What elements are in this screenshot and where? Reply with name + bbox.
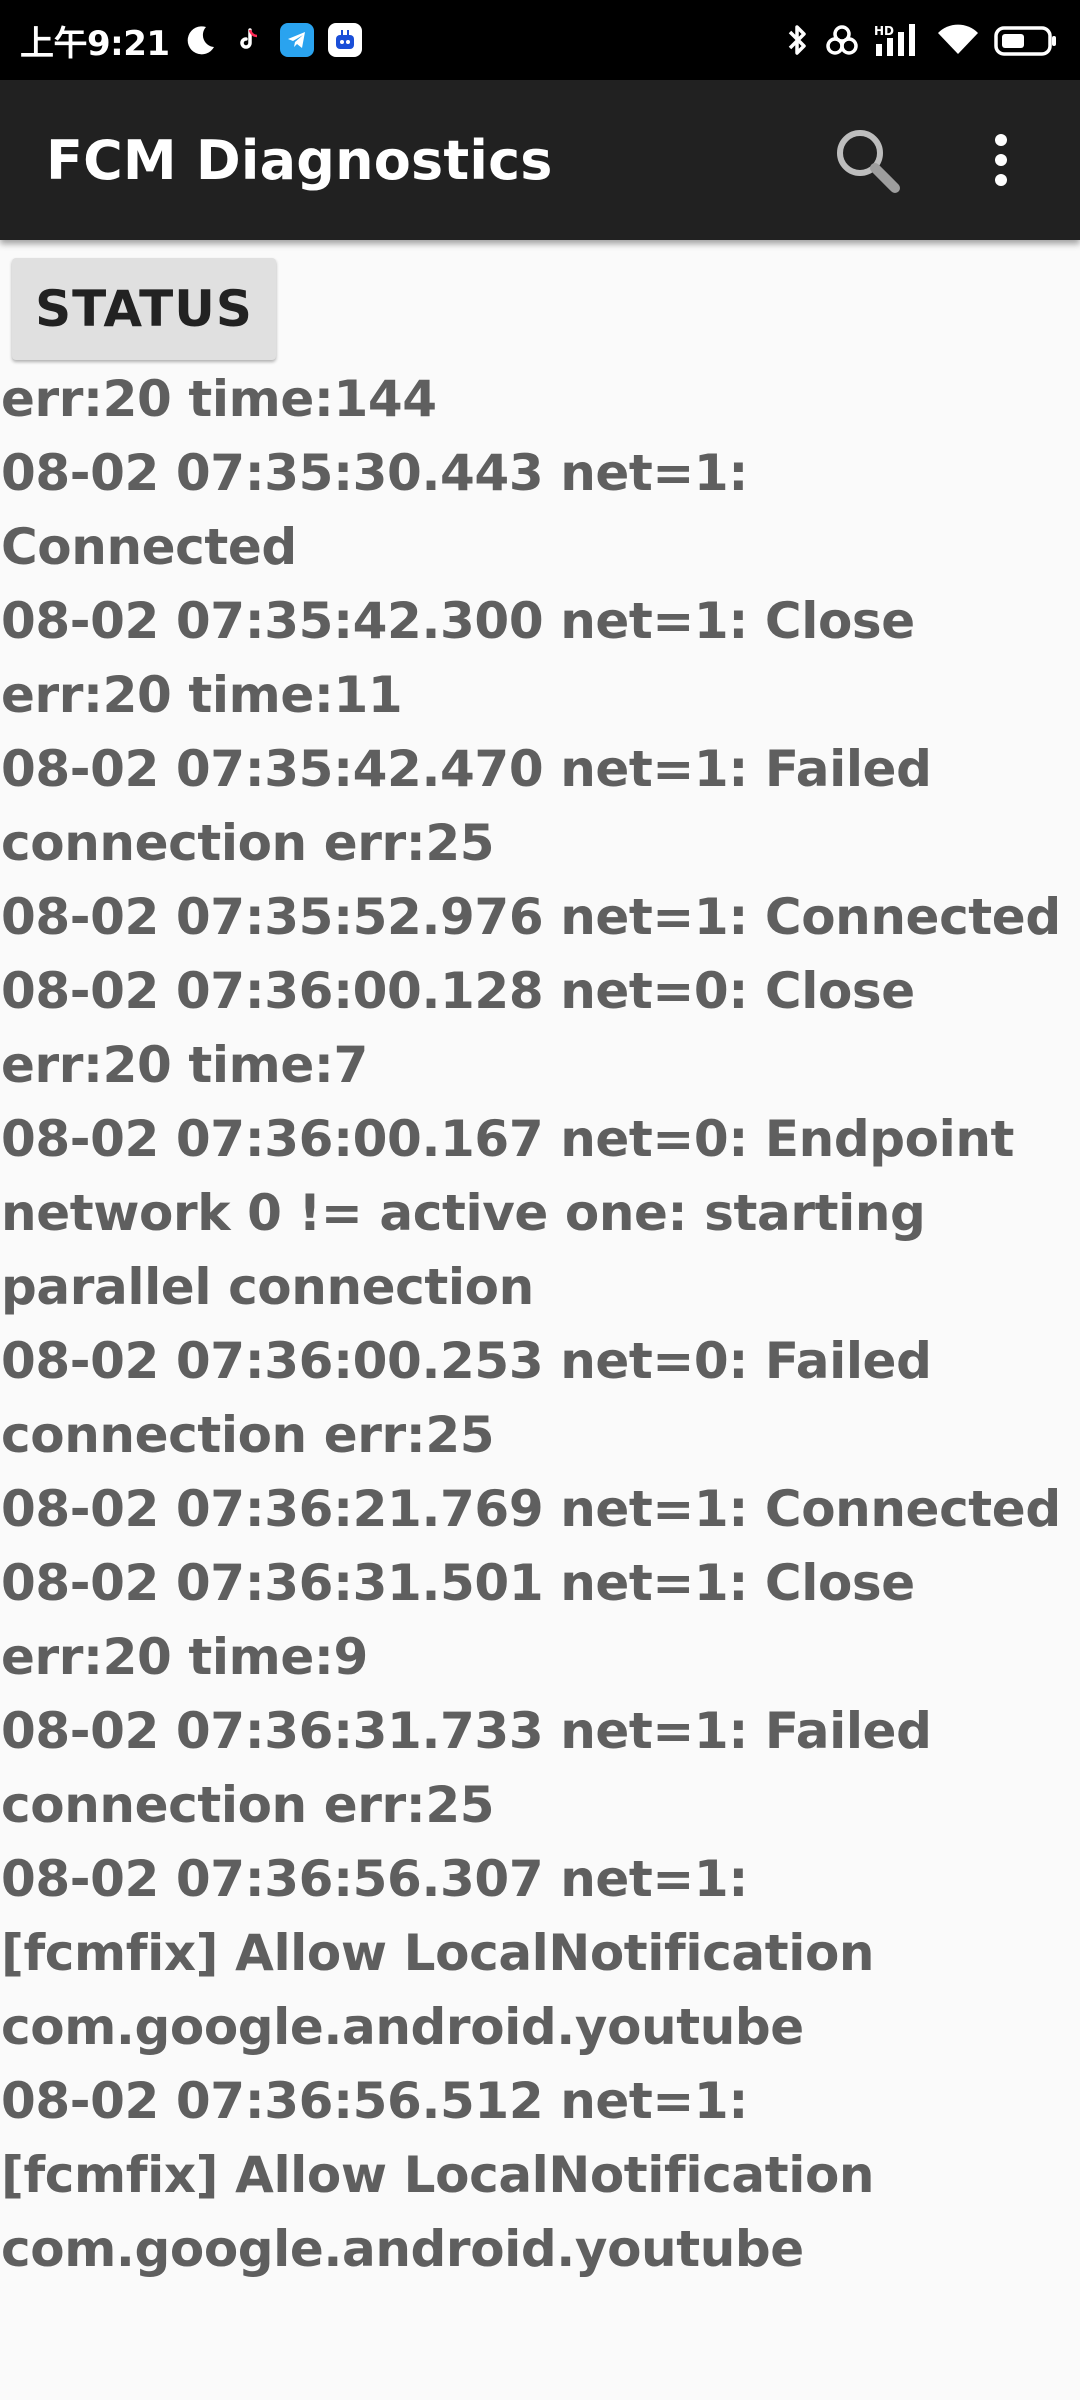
log-line: com.google.android.youtube	[1, 2220, 804, 2278]
battery-icon	[994, 22, 1058, 58]
log-line: 08-02 07:36:56.307 net=1:	[1, 1850, 748, 1908]
tiktok-icon	[231, 23, 266, 57]
log-line: 08-02 07:36:21.769 net=1: Connected	[1, 1480, 1061, 1538]
clock: 上午9:21	[20, 23, 170, 64]
more-vert-icon[interactable]	[956, 115, 1046, 205]
robot-app-icon	[327, 23, 362, 57]
log-line: [fcmfix] Allow LocalNotification	[1, 2146, 875, 2204]
log-line: 08-02 07:35:52.976 net=1: Connected	[1, 888, 1061, 946]
log-scroll-area[interactable]: 08-02 07:35:22.332 net=1: Closeerr:20 ti…	[0, 362, 1080, 2400]
moon-icon	[184, 23, 218, 57]
log-line: 08-02 07:35:30.443 net=1:	[1, 444, 748, 502]
hotspot-icon	[824, 22, 860, 58]
log-line: 08-02 07:35:42.470 net=1: Failed	[1, 740, 932, 798]
log-line: err:20 time:11	[1, 666, 403, 724]
log-line: err:20 time:7	[1, 1036, 368, 1094]
bluetooth-icon	[784, 22, 810, 58]
log-line: parallel connection	[1, 1258, 534, 1316]
hd-signal-icon: HD	[874, 22, 922, 58]
svg-text:HD: HD	[874, 24, 894, 38]
log-line: 08-02 07:36:31.501 net=1: Close	[1, 1554, 915, 1612]
status-button[interactable]: STATUS	[12, 258, 276, 360]
telegram-icon	[279, 23, 314, 57]
status-bar-right: HD	[784, 22, 1058, 58]
log-line: Connected	[1, 518, 297, 576]
log-line: 08-02 07:35:42.300 net=1: Close	[1, 592, 915, 650]
log-line: err:20 time:144	[1, 370, 437, 428]
app-title: FCM Diagnostics	[46, 128, 553, 192]
log-line: connection err:25	[1, 814, 495, 872]
log-line: connection err:25	[1, 1406, 495, 1464]
app-bar: FCM Diagnostics	[0, 80, 1080, 240]
log-line: 08-02 07:36:56.512 net=1:	[1, 2072, 748, 2130]
log-line: network 0 != active one: starting	[1, 1184, 926, 1242]
log-list: 08-02 07:35:22.332 net=1: Closeerr:20 ti…	[0, 362, 1080, 2286]
status-bar-left: 上午9:21	[20, 16, 362, 65]
log-line: [fcmfix] Allow LocalNotification	[1, 1924, 875, 1982]
log-line: 08-02 07:36:31.733 net=1: Failed	[1, 1702, 932, 1760]
log-line: connection err:25	[1, 1776, 495, 1834]
status-bar: 上午9:21 HD	[0, 0, 1080, 80]
log-line: 08-02 07:36:00.128 net=0: Close	[1, 962, 915, 1020]
log-line: err:20 time:9	[1, 1628, 368, 1686]
log-line: com.google.android.youtube	[1, 1998, 804, 2056]
log-line: 08-02 07:36:00.167 net=0: Endpoint	[1, 1110, 1015, 1168]
wifi-icon	[936, 22, 980, 58]
search-icon[interactable]	[822, 115, 912, 205]
log-line: 08-02 07:36:00.253 net=0: Failed	[1, 1332, 932, 1390]
